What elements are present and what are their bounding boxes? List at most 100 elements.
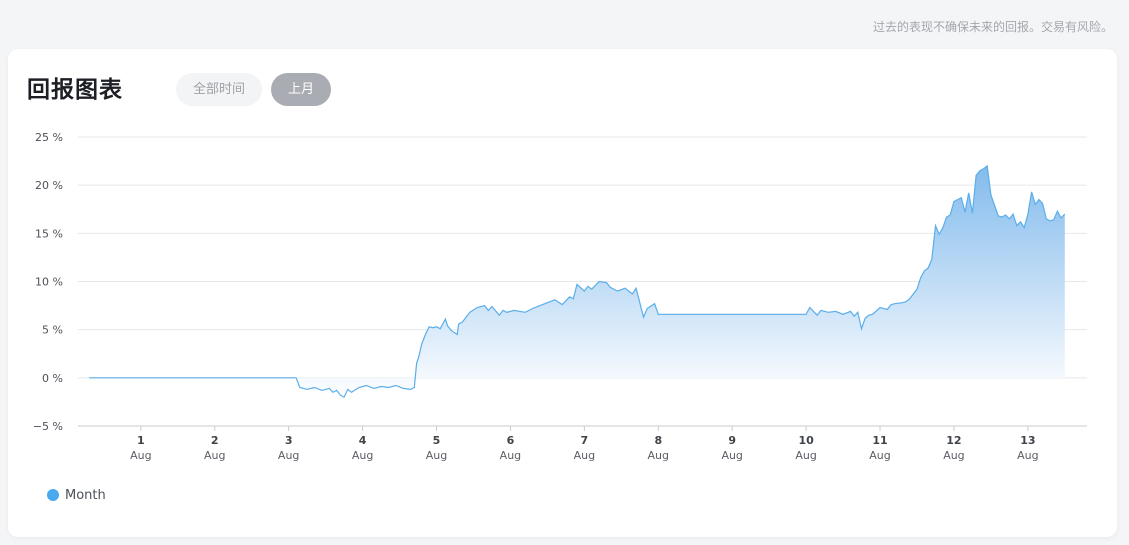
data-point (1034, 203, 1037, 206)
data-point (901, 301, 904, 304)
data-point (546, 301, 549, 304)
data-point (1056, 210, 1059, 213)
data-point (335, 389, 338, 392)
x-tick-month-label: Aug (426, 449, 447, 462)
data-point (982, 167, 985, 170)
data-point (583, 290, 586, 293)
data-point (424, 333, 427, 336)
data-point (993, 204, 996, 207)
x-tick-day-label: 1 (137, 434, 145, 447)
data-point (646, 307, 649, 310)
x-tick-month-label: Aug (204, 449, 225, 462)
data-point (956, 198, 959, 201)
x-tick-day-label: 3 (285, 434, 293, 447)
x-tick-day-label: 6 (507, 434, 515, 447)
data-point (642, 316, 645, 319)
data-point (446, 324, 449, 327)
data-point (587, 285, 590, 288)
x-tick-month-label: Aug (574, 449, 595, 462)
data-point (819, 309, 822, 312)
data-point (313, 386, 316, 389)
x-tick-month-label: Aug (943, 449, 964, 462)
data-point (450, 329, 453, 332)
data-point (295, 376, 298, 379)
x-tick-month-label: Aug (278, 449, 299, 462)
x-tick-day-label: 13 (1020, 434, 1035, 447)
data-point (456, 333, 459, 336)
data-point (916, 288, 919, 291)
data-point (476, 306, 479, 309)
data-point (635, 287, 638, 290)
data-point (505, 311, 508, 314)
x-tick-month-label: Aug (721, 449, 742, 462)
data-point (834, 310, 837, 313)
data-point (816, 314, 819, 317)
data-point (346, 388, 349, 391)
data-point (287, 376, 290, 379)
data-point (657, 313, 660, 316)
data-point (827, 311, 830, 314)
data-point (524, 311, 527, 314)
data-point (531, 307, 534, 310)
data-point (483, 304, 486, 307)
data-point (1041, 202, 1044, 205)
y-tick-label: 0 % (42, 372, 63, 385)
data-point (1063, 213, 1066, 216)
x-tick-day-label: 2 (211, 434, 219, 447)
data-point (394, 384, 397, 387)
data-point (598, 280, 601, 283)
x-tick-day-label: 11 (872, 434, 887, 447)
data-point (886, 308, 889, 311)
x-tick-month-label: Aug (648, 449, 669, 462)
data-point (320, 389, 323, 392)
data-point (332, 391, 335, 394)
data-point (487, 309, 490, 312)
data-point (609, 286, 612, 289)
data-point (444, 318, 447, 321)
x-tick-day-label: 10 (798, 434, 814, 447)
data-point (568, 295, 571, 298)
data-point (365, 384, 368, 387)
data-point (923, 269, 926, 272)
data-point (605, 281, 608, 284)
data-point (415, 362, 418, 365)
data-point (1023, 226, 1026, 229)
data-point (1012, 213, 1015, 216)
data-point (631, 293, 634, 296)
data-point (380, 385, 383, 388)
data-point (694, 313, 697, 316)
data-point (468, 311, 471, 314)
data-point (853, 315, 856, 318)
data-point (1049, 219, 1052, 222)
data-point (1004, 214, 1007, 217)
data-point (590, 288, 593, 291)
data-point (343, 396, 346, 399)
y-tick-label: 15 % (35, 227, 63, 240)
data-point (890, 303, 893, 306)
data-point (949, 214, 952, 217)
data-point (638, 301, 641, 304)
data-point (967, 191, 970, 194)
data-point (139, 376, 142, 379)
data-point (938, 233, 941, 236)
data-point (864, 317, 867, 320)
data-point (561, 303, 564, 306)
data-point (357, 386, 360, 389)
data-point (1019, 220, 1022, 223)
data-point (808, 306, 811, 309)
data-point (989, 193, 992, 196)
x-tick-month-label: Aug (869, 449, 890, 462)
data-point (213, 376, 216, 379)
data-point (805, 313, 808, 316)
data-point (1008, 217, 1011, 220)
data-point (879, 306, 882, 309)
data-point (328, 387, 331, 390)
x-tick-month-label: Aug (352, 449, 373, 462)
x-tick-day-label: 4 (359, 434, 367, 447)
data-point (860, 327, 863, 330)
data-point (731, 313, 734, 316)
data-point (812, 310, 815, 313)
data-point (849, 310, 852, 313)
data-point (1052, 218, 1055, 221)
data-point (513, 309, 516, 312)
